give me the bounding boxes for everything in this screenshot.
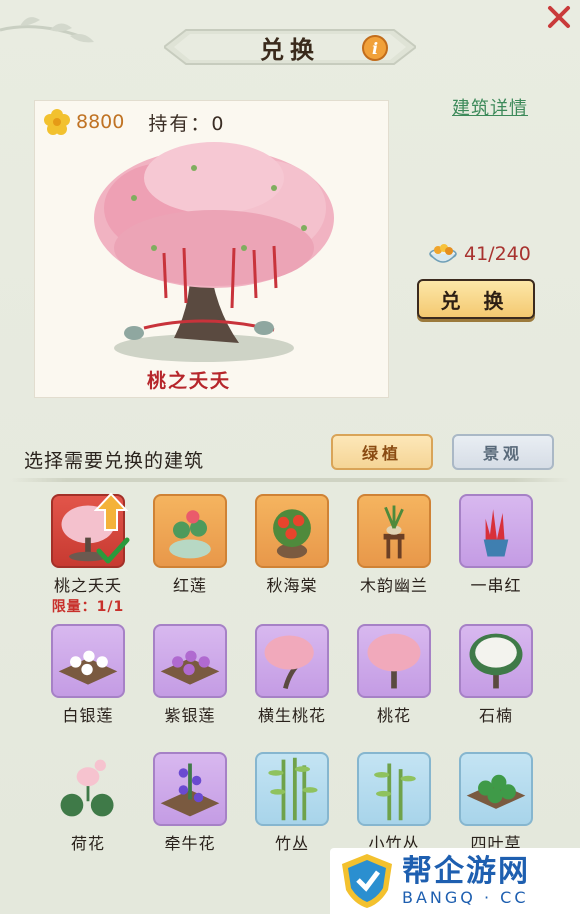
clover-icon — [466, 774, 526, 809]
photinia-icon — [469, 633, 523, 689]
item-tile[interactable] — [459, 624, 533, 698]
grid-item-zhucong[interactable]: 竹丛 — [240, 752, 344, 854]
item-tile[interactable] — [459, 494, 533, 568]
building-detail-link[interactable]: 建筑详情 — [452, 94, 528, 120]
item-name: 荷花 — [70, 834, 105, 853]
item-name: 竹丛 — [274, 834, 309, 853]
exchange-panel: 兑换 i 8800 持有：0 桃之夭夭 建筑详情 41/240 兑 换 选择需要… — [0, 0, 580, 914]
item-tile[interactable] — [51, 752, 125, 826]
grid-item-siyecao[interactable]: 四叶草 — [444, 752, 548, 854]
grid-item-taohua[interactable]: 桃花 — [342, 624, 446, 726]
begonia-icon — [273, 509, 311, 559]
small-bamboo-icon — [374, 763, 416, 821]
item-name: 紫银莲 — [164, 706, 216, 725]
currency-value: 8800 — [76, 111, 125, 133]
close-icon — [548, 6, 570, 28]
watermark: 帮企游网 BANGQ · CC — [330, 848, 580, 914]
item-name: 木韵幽兰 — [359, 576, 428, 595]
item-name: 桃之夭夭 — [53, 576, 122, 595]
item-tile[interactable] — [357, 624, 431, 698]
item-tile[interactable] — [459, 752, 533, 826]
exchange-button[interactable]: 兑 换 — [417, 279, 535, 319]
lotus-icon — [60, 759, 114, 817]
watermark-title: 帮企游网 — [402, 853, 530, 889]
hold-count: 持有：0 — [148, 112, 226, 135]
section-label: 选择需要兑换的建筑 — [24, 450, 205, 472]
item-name: 横生桃花 — [257, 706, 326, 725]
grid-item-hengshengtaohua[interactable]: 横生桃花 — [240, 624, 344, 726]
peach-blossom-icon — [367, 633, 421, 689]
watermark-logo-icon — [342, 854, 392, 908]
item-name: 石楠 — [478, 706, 513, 725]
grid-item-xiaozhucong[interactable]: 小竹丛 — [342, 752, 446, 854]
page-title: 兑换 — [260, 35, 320, 64]
white-anemone-icon — [58, 650, 118, 685]
purple-anemone-icon — [160, 650, 220, 685]
grid-item-muyunyoulan[interactable]: 木韵幽兰 — [342, 494, 446, 596]
tab-landscape[interactable]: 景观 — [452, 434, 554, 470]
item-name: 牵牛花 — [164, 834, 216, 853]
item-name: 秋海棠 — [266, 576, 318, 595]
item-name: 一串红 — [470, 576, 522, 595]
grid-item-qiuhaitang[interactable]: 秋海棠 — [240, 494, 344, 596]
item-name: 桃花 — [376, 706, 411, 725]
item-tile[interactable] — [255, 494, 329, 568]
grid-item-shinan[interactable]: 石楠 — [444, 624, 548, 726]
item-tile[interactable] — [153, 752, 227, 826]
item-name: 白银莲 — [62, 706, 114, 725]
morning-glory-icon — [160, 763, 220, 817]
bamboo-icon — [268, 757, 318, 821]
close-button[interactable] — [544, 2, 574, 32]
item-tile[interactable] — [255, 624, 329, 698]
grid-item-yichuanhong[interactable]: 一串红 — [444, 494, 548, 596]
grid-item-hehua[interactable]: 荷花 — [36, 752, 140, 854]
grid-item-honglian[interactable]: 红莲 — [138, 494, 242, 596]
item-tile[interactable] — [357, 494, 431, 568]
orchid-icon — [383, 505, 405, 559]
peach-tree-illustration — [94, 142, 334, 362]
red-lotus-icon — [169, 510, 211, 559]
item-tile[interactable] — [51, 624, 125, 698]
watermark-subtitle: BANGQ · CC — [402, 887, 529, 907]
item-limit: 限量：1/1 — [51, 599, 125, 615]
checkmark-icon — [96, 537, 130, 564]
grid-item-ziyinlian[interactable]: 紫银莲 — [138, 624, 242, 726]
preview-building-name: 桃之夭夭 — [146, 370, 231, 392]
divider — [10, 478, 570, 482]
item-name: 红莲 — [172, 576, 207, 595]
leaning-peach-icon — [264, 635, 314, 690]
flower-coin-icon — [44, 109, 70, 135]
salvia-icon — [483, 509, 509, 557]
tab-plants[interactable]: 绿植 — [331, 434, 433, 470]
cost-value: 41/240 — [464, 243, 531, 265]
item-tile[interactable] — [153, 624, 227, 698]
item-tile[interactable] — [153, 494, 227, 568]
currency-row: 8800 持有：0 — [44, 108, 225, 136]
grid-item-qianniuhua[interactable]: 牵牛花 — [138, 752, 242, 854]
item-tile[interactable] — [357, 752, 431, 826]
decorative-branch — [0, 17, 94, 43]
grid-item-baiyinlian[interactable]: 白银莲 — [36, 624, 140, 726]
food-bowl-icon — [429, 244, 457, 263]
item-tile[interactable] — [255, 752, 329, 826]
info-icon[interactable]: i — [362, 35, 388, 61]
upgrade-arrow-icon — [94, 492, 128, 531]
cost-row: 41/240 — [428, 240, 531, 268]
